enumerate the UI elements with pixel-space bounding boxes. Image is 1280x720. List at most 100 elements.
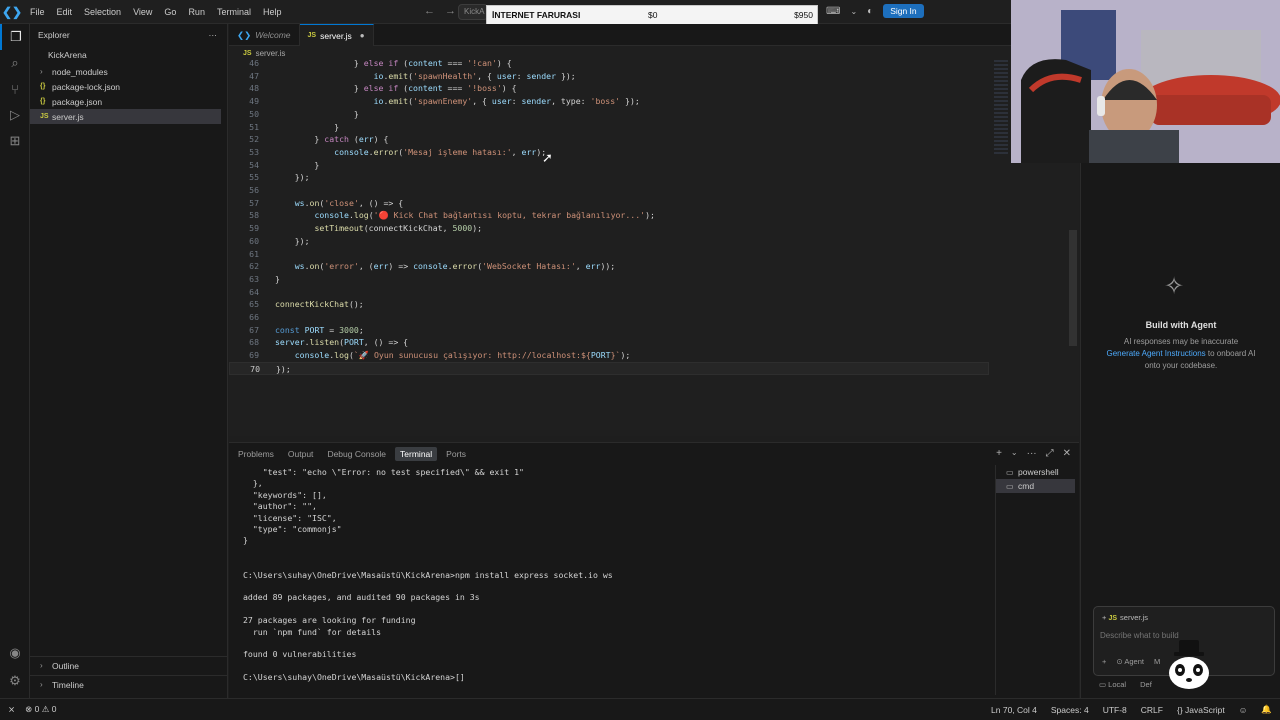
- code-line[interactable]: 69 console.log(`🚀 Oyun sunucusu çalışıyo…: [229, 349, 989, 362]
- outline-section[interactable]: › Outline: [30, 656, 228, 674]
- search-icon[interactable]: ⌕: [0, 50, 30, 76]
- terminal-line: "keywords": [],: [243, 489, 327, 500]
- outline-label: Outline: [52, 660, 79, 671]
- code-line[interactable]: 66: [229, 311, 989, 324]
- agent-mode-selector[interactable]: ⊙ Agent: [1116, 657, 1144, 666]
- chat-input[interactable]: [1100, 631, 1260, 640]
- chevron-down-icon[interactable]: ⌄: [1011, 448, 1018, 459]
- warning-icon: ⚠: [41, 704, 50, 714]
- cursor-position[interactable]: Ln 70, Col 4: [991, 705, 1037, 715]
- run-debug-icon[interactable]: ▷: [0, 102, 30, 128]
- code-line[interactable]: 51 }: [229, 121, 989, 134]
- terminal-item-cmd[interactable]: ▭ cmd: [996, 479, 1075, 493]
- tab-welcome[interactable]: ❮❯ Welcome: [229, 24, 300, 46]
- local-session-button[interactable]: ▭ Local: [1099, 680, 1126, 689]
- back-arrow-icon[interactable]: ←: [424, 5, 445, 17]
- file-encoding[interactable]: UTF-8: [1103, 705, 1127, 715]
- code-line[interactable]: 62 ws.on('error', (err) => console.error…: [229, 260, 989, 273]
- tree-item-package-lock[interactable]: {} package-lock.json: [30, 79, 227, 94]
- end-of-line[interactable]: CRLF: [1141, 705, 1163, 715]
- menu-run[interactable]: Run: [182, 7, 211, 17]
- indentation[interactable]: Spaces: 4: [1051, 705, 1089, 715]
- terminal-item-powershell[interactable]: ▭ powershell: [996, 465, 1075, 479]
- unsaved-dot-icon[interactable]: ●: [360, 31, 365, 40]
- tab-problems[interactable]: Problems: [233, 447, 279, 461]
- code-line[interactable]: 67 const PORT = 3000;: [229, 324, 989, 337]
- settings-gear-icon[interactable]: ⚙: [0, 668, 30, 694]
- tab-ports[interactable]: Ports: [441, 447, 471, 461]
- terminal-output[interactable]: "test": "echo \"Error: no test specified…: [243, 465, 993, 697]
- account-globe-icon[interactable]: ◐: [867, 6, 873, 17]
- code-line[interactable]: 70});: [229, 361, 989, 375]
- source-control-icon[interactable]: ⑂: [0, 76, 30, 102]
- code-line[interactable]: 48 } else if (content === '!boss') {: [229, 82, 989, 95]
- code-line[interactable]: 68 server.listen(PORT, () => {: [229, 336, 989, 349]
- account-icon[interactable]: ◉: [0, 640, 30, 666]
- chat-context-chip[interactable]: + JS server.js: [1102, 613, 1148, 622]
- close-icon[interactable]: ✕: [1063, 448, 1071, 459]
- code-text: const PORT = 3000;: [275, 324, 364, 335]
- copilot-icon[interactable]: ☺: [1239, 705, 1248, 715]
- menu-edit[interactable]: Edit: [51, 7, 79, 17]
- remote-indicator-icon[interactable]: ⨯: [8, 704, 15, 715]
- timeline-section[interactable]: › Timeline: [30, 675, 228, 693]
- code-line[interactable]: 59 setTimeout(connectKickChat, 5000);: [229, 222, 989, 235]
- workspace-root-folder[interactable]: KickArena: [30, 46, 227, 64]
- menu-view[interactable]: View: [127, 7, 158, 17]
- code-line[interactable]: 47 io.emit('spawnHealth', { user: sender…: [229, 70, 989, 83]
- problems-indicator[interactable]: ⊗ 0 ⚠ 0: [25, 704, 56, 715]
- chevron-down-icon[interactable]: ⌄: [850, 7, 857, 16]
- editor-scrollbar[interactable]: [1069, 230, 1077, 346]
- explorer-files-icon[interactable]: ❐: [0, 24, 30, 50]
- model-selector[interactable]: M: [1154, 657, 1160, 666]
- code-line[interactable]: 46 } else if (content === '!can') {: [229, 57, 989, 70]
- line-number: 49: [249, 96, 259, 107]
- code-line[interactable]: 65 connectKickChat();: [229, 298, 989, 311]
- code-line[interactable]: 50 }: [229, 108, 989, 121]
- menu-terminal[interactable]: Terminal: [211, 7, 257, 17]
- notifications-bell-icon[interactable]: 🔔: [1261, 704, 1272, 715]
- mouse-pointer-icon: ➚: [542, 150, 553, 165]
- new-terminal-icon[interactable]: +: [996, 448, 1002, 459]
- code-line[interactable]: 54 }: [229, 159, 989, 172]
- code-line[interactable]: 64: [229, 286, 989, 299]
- menu-help[interactable]: Help: [257, 7, 288, 17]
- chat-instructions-line: Generate Agent Instructions to onboard A…: [1081, 349, 1280, 358]
- default-button[interactable]: Def: [1140, 680, 1152, 689]
- terminal-line: }: [243, 535, 248, 546]
- add-icon[interactable]: +: [1102, 657, 1106, 666]
- js-file-icon: JS: [1108, 615, 1118, 622]
- copilot-chat-icon[interactable]: ⌨: [826, 6, 840, 17]
- tab-output[interactable]: Output: [283, 447, 319, 461]
- generate-instructions-link[interactable]: Generate Agent Instructions: [1107, 349, 1206, 358]
- tree-item-server-js[interactable]: JS server.js: [30, 109, 221, 124]
- code-line[interactable]: 49 io.emit('spawnEnemy', { user: sender,…: [229, 95, 989, 108]
- code-line[interactable]: 56: [229, 184, 989, 197]
- menu-go[interactable]: Go: [158, 7, 182, 17]
- command-center[interactable]: KickA: [458, 4, 488, 20]
- tab-debug-console[interactable]: Debug Console: [322, 447, 391, 461]
- code-line[interactable]: 55 });: [229, 171, 989, 184]
- tab-server-js[interactable]: JS server.js ●: [299, 24, 374, 46]
- language-mode[interactable]: {} JavaScript: [1177, 705, 1225, 715]
- tree-item-node-modules[interactable]: › node_modules: [30, 64, 227, 79]
- code-line[interactable]: 61: [229, 248, 989, 261]
- code-editor[interactable]: 46 } else if (content === '!can') {47 io…: [229, 56, 1079, 436]
- code-line[interactable]: 58 console.log('🔴 Kick Chat bağlantısı k…: [229, 209, 989, 222]
- minimap[interactable]: [994, 60, 1008, 154]
- tree-item-package-json[interactable]: {} package.json: [30, 94, 227, 109]
- code-line[interactable]: 53 console.error('Mesaj işleme hatası:',…: [229, 146, 989, 159]
- tab-terminal[interactable]: Terminal: [395, 447, 438, 461]
- more-actions-icon[interactable]: ···: [209, 30, 218, 40]
- code-line[interactable]: 52 } catch (err) {: [229, 133, 989, 146]
- code-line[interactable]: 60 });: [229, 235, 989, 248]
- more-actions-icon[interactable]: ···: [1027, 448, 1037, 459]
- menu-file[interactable]: File: [24, 7, 51, 17]
- menu-selection[interactable]: Selection: [78, 7, 127, 17]
- code-line[interactable]: 57 ws.on('close', () => {: [229, 197, 989, 210]
- sign-in-button[interactable]: Sign In: [883, 4, 924, 18]
- code-line[interactable]: 63}: [229, 273, 989, 286]
- donation-goal-banner: İNTERNET FARURASI $0 $950: [486, 5, 818, 25]
- maximize-panel-icon[interactable]: ⤢: [1046, 448, 1054, 459]
- extensions-icon[interactable]: ⊞: [0, 128, 30, 154]
